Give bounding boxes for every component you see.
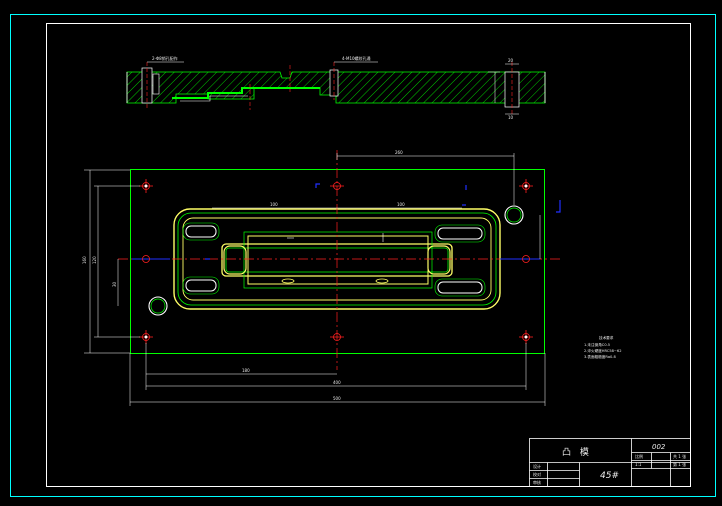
dim-plan-top: 260 (395, 150, 403, 155)
slot-top-left (185, 225, 217, 238)
dim-bottom-mid: 400 (333, 380, 341, 385)
sheet-cell: 共 1 张 (673, 453, 686, 459)
callout-section-left: 2-Φ8销孔配作 (152, 55, 178, 61)
slot-top-right (437, 227, 483, 240)
note-item: 1.未注倒角C0.5 (584, 342, 610, 347)
dim-section-depth: 10 (508, 115, 514, 120)
scale-label: 比例 (635, 453, 643, 459)
dim-left-small: 30 (112, 281, 117, 287)
drawing-number: 002 (652, 443, 666, 451)
notes-heading: 技术要求 (599, 335, 614, 340)
scale-value: 1:1 (635, 462, 642, 467)
dim-inner-top-right: 100 (397, 202, 405, 207)
plan-view: 260 100 100 160 120 30 180 400 500 (82, 150, 561, 406)
dim-bottom-outer: 500 (333, 396, 341, 401)
material-label: 45# (600, 471, 619, 481)
note-item: 3.表面粗糙度Ra0.8 (584, 354, 616, 359)
note-item: 2.淬火硬度HRC58~62 (584, 348, 622, 353)
slot-bottom-right (437, 281, 483, 294)
row-label: 审核 (533, 479, 541, 485)
sheet-cell: 第 1 张 (673, 461, 686, 467)
punch-lobe-right (427, 245, 451, 275)
dim-bottom-inner: 180 (242, 368, 250, 373)
pin-hole (148, 205, 524, 316)
callout-section-right: 4-M10螺纹孔通 (342, 55, 371, 61)
row-label: 校对 (533, 471, 541, 477)
section-pin-hole-2 (152, 73, 160, 95)
cad-drawing-canvas: 2-Φ8销孔配作 4-M10螺纹孔通 20 10 260 100 100 160… (10, 14, 716, 497)
part-name: 凸 模 (562, 447, 592, 458)
dim-inner-top-left: 100 (270, 202, 278, 207)
dim-left-outer: 160 (82, 256, 87, 264)
row-label: 设计 (533, 463, 541, 469)
dim-section-width: 20 (508, 58, 514, 63)
slot-bottom-left (185, 279, 217, 292)
section-pin-hole-left (141, 67, 153, 104)
screw-hole (139, 179, 533, 344)
section-view: 2-Φ8销孔配作 4-M10螺纹孔通 20 10 (126, 55, 546, 120)
dim-left-mid: 120 (92, 256, 97, 264)
punch-lobe-left (223, 245, 247, 275)
plate-outline (130, 169, 545, 354)
technical-notes: 技术要求 1.未注倒角C0.5 2.淬火硬度HRC58~62 3.表面粗糙度Ra… (584, 335, 622, 359)
